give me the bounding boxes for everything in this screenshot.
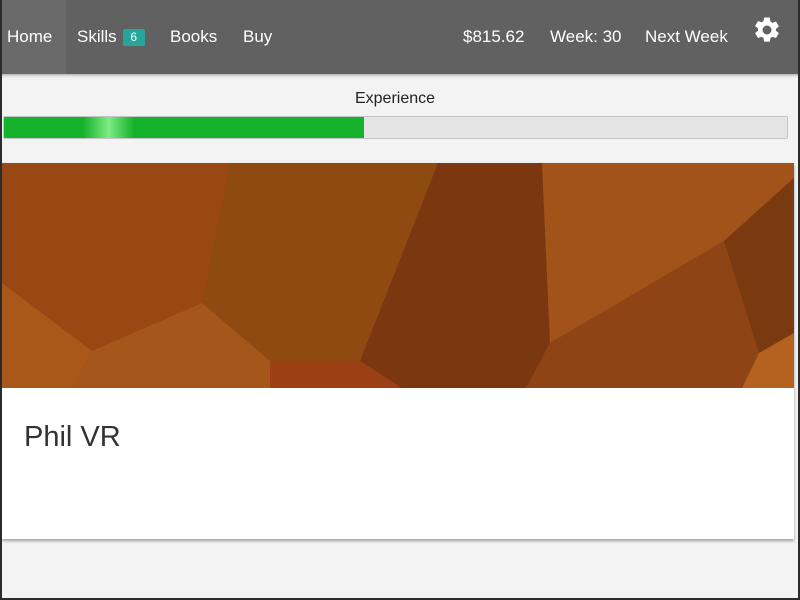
progress-shine <box>83 117 134 138</box>
nav-skills[interactable]: Skills 6 <box>77 0 145 74</box>
skills-count-badge: 6 <box>122 28 145 46</box>
experience-label: Experience <box>354 90 436 107</box>
character-name: Phil VR <box>24 421 121 453</box>
nav-skills-label: Skills <box>77 27 117 46</box>
nav-books-label: Books <box>170 27 218 46</box>
top-navbar: Home Skills 6 Books Buy $815.62 Week: 30… <box>0 0 800 74</box>
card-background-image <box>2 163 794 388</box>
nav-home[interactable]: Home <box>0 0 66 74</box>
money-value: $815.62 <box>463 27 525 46</box>
nav-buy-label: Buy <box>243 27 273 46</box>
week-display: Week: 30 <box>550 0 622 74</box>
nav-home-label: Home <box>7 27 53 46</box>
nav-buy[interactable]: Buy <box>243 0 272 74</box>
gear-icon[interactable] <box>752 15 782 45</box>
character-card: Phil VR <box>2 163 794 539</box>
next-week-label: Next Week <box>645 27 728 46</box>
next-week-button[interactable]: Next Week <box>645 0 728 74</box>
nav-books[interactable]: Books <box>170 0 217 74</box>
money-display: $815.62 <box>463 0 524 74</box>
week-value: Week: 30 <box>550 27 622 46</box>
experience-progress-bar <box>3 116 788 139</box>
experience-progress-fill <box>4 117 365 138</box>
